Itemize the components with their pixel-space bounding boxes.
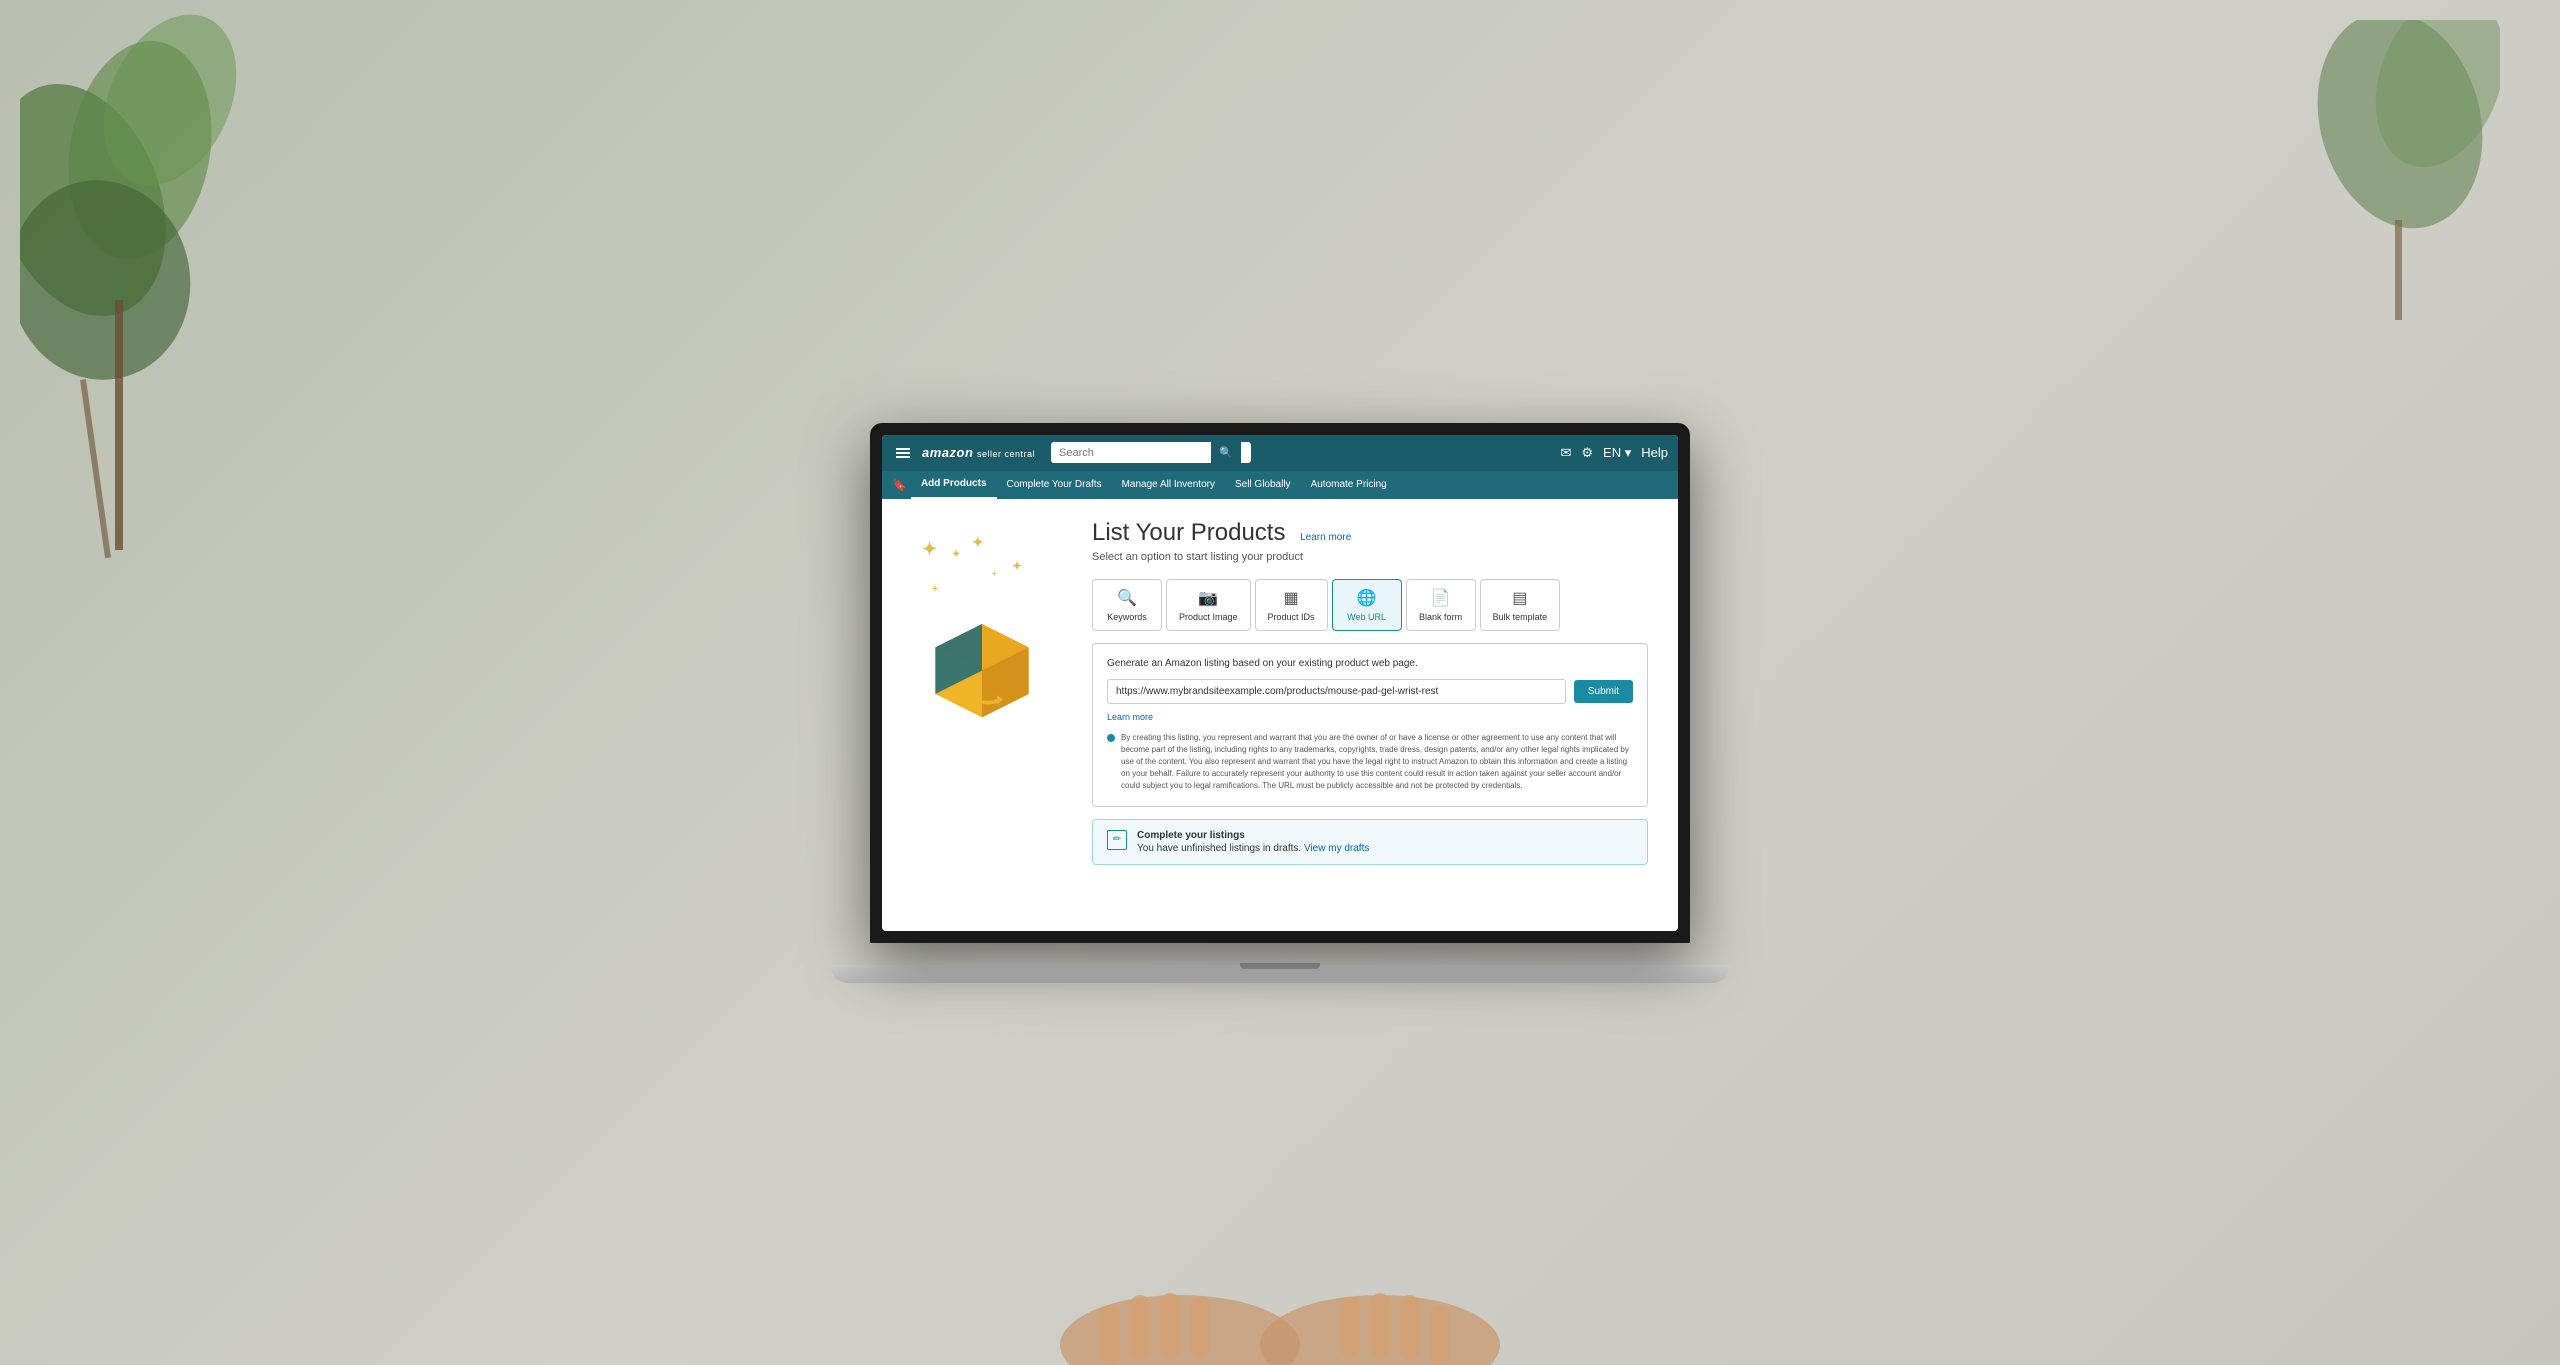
amazon-seller-central-logo: amazon seller central xyxy=(922,445,1035,460)
keywords-icon: 🔍 xyxy=(1117,588,1137,608)
help-link[interactable]: Help xyxy=(1641,445,1668,460)
laptop-notch xyxy=(1240,963,1320,969)
tab-blank-form[interactable]: 📄 Blank form xyxy=(1406,579,1476,631)
bookmark-icon: 🔖 xyxy=(892,478,907,492)
submit-button[interactable]: Submit xyxy=(1574,680,1633,703)
page-subtitle: Select an option to start listing your p… xyxy=(1092,551,1648,563)
disclaimer-text: By creating this listing, you represent … xyxy=(1121,732,1633,792)
nav-right-icons: ✉ ⚙ EN ▾ Help xyxy=(1560,445,1668,461)
content-panel: List Your Products Learn more Select an … xyxy=(1092,519,1648,911)
web-url-description: Generate an Amazon listing based on your… xyxy=(1107,658,1633,669)
sparkle-6: ✦ xyxy=(1012,559,1022,573)
search-bar: 🔍 xyxy=(1051,442,1251,463)
web-url-learn-more-link[interactable]: Learn more xyxy=(1107,712,1633,722)
complete-listings-desc: You have unfinished listings in drafts. xyxy=(1137,843,1301,854)
subnav-sell-globally[interactable]: Sell Globally xyxy=(1225,471,1301,499)
bulk-template-icon: ▤ xyxy=(1512,588,1527,608)
laptop-screen: amazon seller central 🔍 ✉ ⚙ EN ▾ Help xyxy=(870,423,1690,943)
disclaimer-bullet xyxy=(1107,734,1115,742)
search-input[interactable] xyxy=(1051,443,1211,463)
url-input-row: Submit xyxy=(1107,679,1633,704)
complete-listings-content: Complete your listings You have unfinish… xyxy=(1137,830,1369,854)
menu-button[interactable] xyxy=(892,444,914,462)
subnav-complete-drafts[interactable]: Complete Your Drafts xyxy=(997,471,1112,499)
blank-form-icon: 📄 xyxy=(1431,588,1451,608)
language-selector[interactable]: EN ▾ xyxy=(1603,445,1631,461)
sub-navigation: 🔖 Add Products Complete Your Drafts Mana… xyxy=(882,471,1678,499)
disclaimer-section: By creating this listing, you represent … xyxy=(1107,732,1633,792)
top-navigation: amazon seller central 🔍 ✉ ⚙ EN ▾ Help xyxy=(882,435,1678,471)
page-learn-more-link[interactable]: Learn more xyxy=(1300,532,1351,543)
tab-bulk-template[interactable]: ▤ Bulk template xyxy=(1480,579,1561,631)
edit-icon: ✏ xyxy=(1107,830,1127,850)
tab-product-ids[interactable]: ▦ Product IDs xyxy=(1255,579,1328,631)
sparkle-1: ✦ xyxy=(922,539,937,560)
sparkle-3: ✦ xyxy=(972,534,984,551)
laptop-base xyxy=(830,965,1730,983)
tab-web-url[interactable]: 🌐 Web URL xyxy=(1332,579,1402,631)
sparkle-2: ✦ xyxy=(952,549,960,560)
web-url-icon: 🌐 xyxy=(1357,588,1377,608)
subnav-add-products[interactable]: Add Products xyxy=(911,471,997,499)
search-button[interactable]: 🔍 xyxy=(1211,442,1241,463)
settings-icon[interactable]: ⚙ xyxy=(1581,445,1593,461)
hands-typing-overlay xyxy=(980,1165,1580,1365)
listing-method-tabs: 🔍 Keywords 📷 Product Image ▦ Product IDs xyxy=(1092,579,1648,631)
complete-listings-title: Complete your listings xyxy=(1137,830,1369,841)
page-title: List Your Products Learn more xyxy=(1092,519,1648,547)
product-image-icon: 📷 xyxy=(1198,588,1218,608)
view-drafts-link[interactable]: View my drafts xyxy=(1304,843,1369,854)
product-ids-icon: ▦ xyxy=(1283,588,1298,608)
complete-listings-box: ✏ Complete your listings You have unfini… xyxy=(1092,819,1648,865)
subnav-automate-pricing[interactable]: Automate Pricing xyxy=(1301,471,1397,499)
browser-window: amazon seller central 🔍 ✉ ⚙ EN ▾ Help xyxy=(882,435,1678,931)
web-url-content-box: Generate an Amazon listing based on your… xyxy=(1092,643,1648,807)
plant-decoration-left xyxy=(20,0,300,560)
url-input-field[interactable] xyxy=(1107,679,1566,704)
tab-keywords[interactable]: 🔍 Keywords xyxy=(1092,579,1162,631)
plant-decoration-right xyxy=(2300,20,2500,320)
subnav-manage-inventory[interactable]: Manage All Inventory xyxy=(1112,471,1225,499)
mail-icon[interactable]: ✉ xyxy=(1560,445,1571,461)
tab-product-image[interactable]: 📷 Product Image xyxy=(1166,579,1251,631)
illustration-panel: ✦ ✦ ✦ + + ✦ xyxy=(912,519,1072,911)
amazon-box-svg xyxy=(912,589,1052,729)
main-content-area: ✦ ✦ ✦ + + ✦ xyxy=(882,499,1678,931)
sparkle-4: + xyxy=(992,569,997,578)
